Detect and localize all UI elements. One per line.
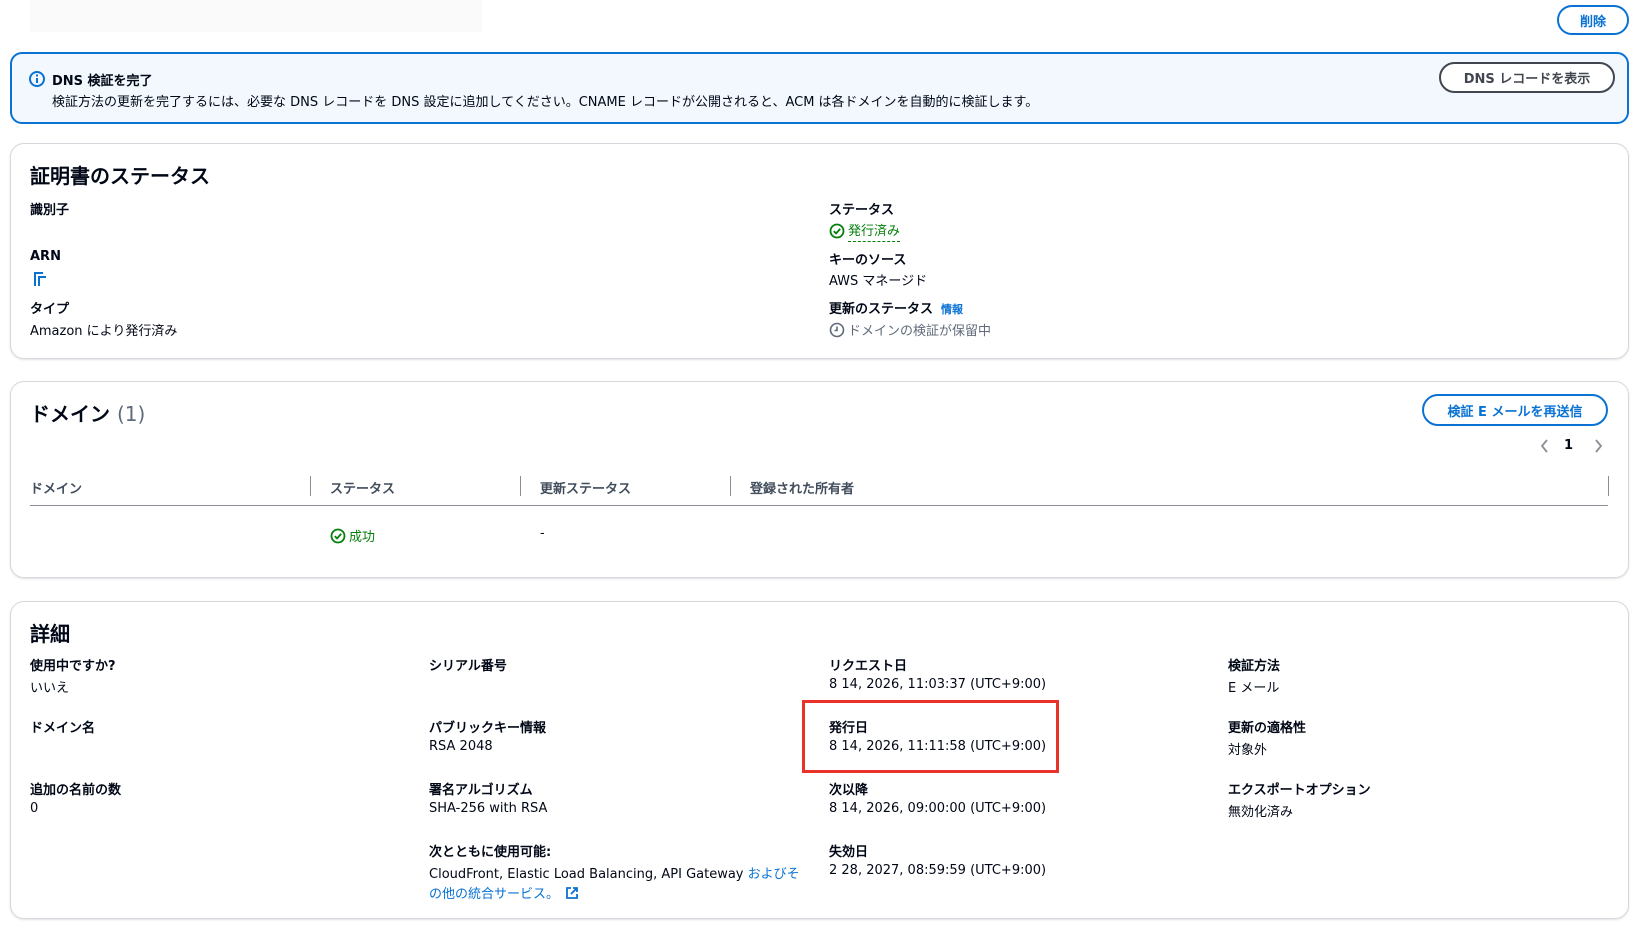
top-blank-area (30, 0, 482, 32)
status-value[interactable]: 発行済み (829, 220, 901, 242)
in-use-value: いいえ (30, 681, 70, 696)
renewal-status-value: ドメインの検証が保留中 (829, 320, 991, 339)
alert-title: DNS 検証を完了 (52, 74, 153, 89)
alert-body: 検証方法の更新を完了するには、必要な DNS レコードを DNS 設定に追加して… (52, 95, 1039, 110)
usable-with-label: 次とともに使用可能: (429, 845, 552, 860)
renewal-eligibility-value: 対象外 (1228, 743, 1268, 758)
panel-title: ドメイン (1) (30, 398, 145, 427)
export-option-label: エクスポートオプション (1228, 783, 1371, 798)
external-link-icon[interactable] (565, 886, 579, 900)
public-key-value: RSA 2048 (429, 739, 493, 754)
details-panel: 詳細 使用中ですか? いいえ ドメイン名 追加の名前の数 0 シリアル番号 パブ… (10, 601, 1629, 919)
status-label: ステータス (829, 203, 895, 218)
not-before-value: 8 14, 2026, 09:00:00 (UTC+9:00) (829, 801, 1047, 816)
renewal-eligibility-label: 更新の適格性 (1228, 721, 1307, 736)
identifier-label: 識別子 (30, 203, 70, 218)
in-use-label: 使用中ですか? (30, 659, 116, 674)
not-before-label: 次以降 (829, 783, 869, 798)
success-icon (829, 223, 845, 239)
type-label: タイプ (30, 302, 70, 317)
table-row: 成功 - (30, 506, 1608, 566)
delete-button[interactable]: 削除 (1557, 5, 1629, 35)
page-number[interactable]: 1 (1564, 438, 1573, 453)
usable-with-value: CloudFront, Elastic Load Balancing, API … (429, 863, 800, 882)
integrated-services-link-line2[interactable]: の他の統合サービス。 (429, 883, 579, 902)
type-value: Amazon により発行済み (30, 324, 178, 339)
column-header-registered-owner[interactable]: 登録された所有者 (750, 478, 854, 497)
info-icon (28, 70, 46, 88)
issued-date-value: 8 14, 2026, 11:11:58 (UTC+9:00) (829, 739, 1047, 754)
domains-count: (1) (116, 402, 146, 426)
panel-title: 詳細 (30, 622, 70, 646)
issued-date-label: 発行日 (829, 721, 869, 736)
integrated-services-link-text[interactable]: の他の統合サービス。 (429, 883, 559, 902)
renewal-status-cell: - (540, 526, 545, 541)
success-icon (330, 528, 346, 544)
resend-validation-email-button[interactable]: 検証 E メールを再送信 (1422, 394, 1608, 426)
status-cell-text: 成功 (349, 530, 376, 545)
column-divider[interactable] (310, 476, 311, 496)
additional-names-label: 追加の名前の数 (30, 783, 122, 798)
domains-panel: ドメイン (1) 検証 E メールを再送信 1 ドメイン ステータス 更新ステー… (10, 381, 1629, 578)
view-dns-records-button[interactable]: DNS レコードを表示 (1439, 62, 1615, 93)
serial-number-label: シリアル番号 (429, 659, 507, 674)
status-cell: 成功 (330, 526, 375, 545)
validation-method-label: 検証方法 (1228, 659, 1281, 674)
chevron-right-icon[interactable] (1591, 437, 1605, 455)
column-divider[interactable] (730, 476, 731, 496)
requested-date-label: リクエスト日 (829, 659, 908, 674)
additional-names-value: 0 (30, 801, 39, 816)
key-source-value: AWS マネージド (829, 274, 928, 289)
column-header-domain[interactable]: ドメイン (30, 478, 82, 497)
panel-title: 証明書のステータス (30, 164, 210, 188)
key-source-label: キーのソース (829, 253, 907, 268)
renewal-status-text: 更新のステータス (829, 302, 934, 317)
dns-validation-alert: DNS 検証を完了 検証方法の更新を完了するには、必要な DNS レコードを D… (10, 52, 1629, 124)
signature-algorithm-label: 署名アルゴリズム (429, 783, 533, 798)
info-link[interactable]: 情報 (941, 303, 963, 316)
top-bar: 削除 (0, 0, 1641, 44)
expiration-date-value: 2 28, 2027, 08:59:59 (UTC+9:00) (829, 863, 1047, 878)
domain-name-label: ドメイン名 (30, 721, 96, 736)
expiration-date-label: 失効日 (829, 845, 869, 860)
column-header-status[interactable]: ステータス (330, 478, 395, 497)
renewal-status-label: 更新のステータス 情報 (829, 298, 963, 317)
column-divider[interactable] (1608, 476, 1609, 496)
domains-title: ドメイン (30, 402, 110, 426)
renewal-status-text-value: ドメインの検証が保留中 (848, 324, 992, 339)
status-text: 発行済み (848, 220, 901, 242)
copy-icon[interactable] (32, 270, 48, 288)
validation-method-value: E メール (1228, 681, 1280, 696)
public-key-label: パブリックキー情報 (429, 721, 547, 736)
usable-with-services: CloudFront, Elastic Load Balancing, API … (429, 867, 744, 882)
arn-label: ARN (30, 249, 61, 264)
signature-algorithm-value: SHA-256 with RSA (429, 801, 548, 816)
requested-date-value: 8 14, 2026, 11:03:37 (UTC+9:00) (829, 677, 1047, 692)
certificate-status-panel: 証明書のステータス 識別子 ARN タイプ Amazon により発行済み ステー… (10, 143, 1629, 359)
integrated-services-link[interactable]: およびそ (748, 867, 800, 882)
export-option-value: 無効化済み (1228, 805, 1294, 820)
pending-clock-icon (829, 322, 845, 338)
chevron-left-icon[interactable] (1538, 437, 1552, 455)
column-header-renewal-status[interactable]: 更新ステータス (540, 478, 631, 497)
column-divider[interactable] (520, 476, 521, 496)
